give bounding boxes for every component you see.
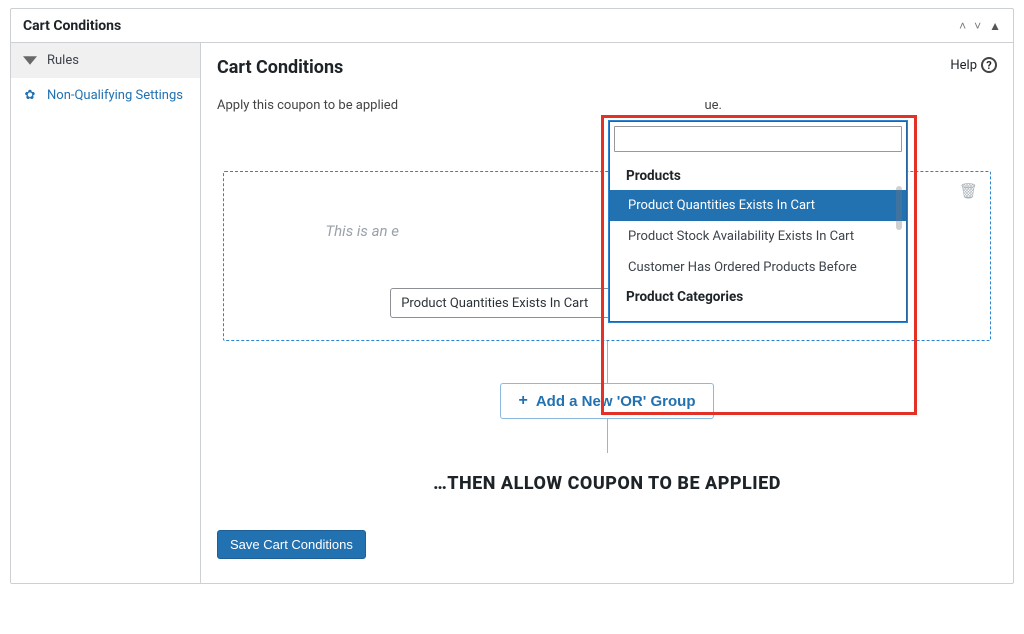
dropdown-option[interactable]: Product Quantities Exists In Cart [610,190,906,221]
sidebar: Rules ✿ Non-Qualifying Settings [11,43,201,583]
conclusion-text: …THEN ALLOW COUPON TO BE APPLIED [217,473,997,494]
sidebar-item-rules[interactable]: Rules [11,43,200,78]
scrollbar[interactable] [896,186,902,230]
dropdown-search-input[interactable] [614,126,902,152]
condition-dropdown[interactable]: Products Product Quantities Exists In Ca… [609,121,907,322]
select-value: Product Quantities Exists In Cart [401,296,588,311]
dropdown-option[interactable]: Product Stock Availability Exists In Car… [610,221,906,252]
panel-header-actions: ˄ ˅ ▲ [959,19,1001,33]
sidebar-item-label: Non-Qualifying Settings [47,88,183,103]
add-or-group-row: + Add a New 'OR' Group [217,383,997,419]
add-or-group-button[interactable]: + Add a New 'OR' Group [500,383,715,419]
panel-body: Rules ✿ Non-Qualifying Settings Cart Con… [11,43,1013,583]
plus-icon: + [519,392,528,410]
help-link[interactable]: Help ? [950,57,997,73]
sidebar-item-non-qualifying[interactable]: ✿ Non-Qualifying Settings [11,78,200,113]
section-title: Cart Conditions [217,57,343,78]
sidebar-item-label: Rules [47,53,79,68]
add-or-label: Add a New 'OR' Group [536,393,696,410]
section-description: Apply this coupon to be applied . ue. [217,98,857,113]
trash-icon[interactable]: 🗑 [959,182,978,200]
help-label: Help [950,58,977,73]
main-content: Cart Conditions Help ? Apply this coupon… [201,43,1013,583]
connector-line [607,419,608,453]
gear-icon: ✿ [23,88,37,103]
dropdown-option[interactable]: Customer Has Ordered Products Before [610,252,906,283]
help-icon: ? [981,57,997,73]
move-down-icon[interactable]: ˅ [974,19,981,33]
move-up-icon[interactable]: ˄ [959,19,966,33]
main-head: Cart Conditions Help ? [217,57,997,78]
panel-title: Cart Conditions [23,18,121,34]
dropdown-list: Products Product Quantities Exists In Ca… [610,156,906,321]
save-cart-conditions-button[interactable]: Save Cart Conditions [217,530,366,559]
dropdown-group-products: Products [610,162,906,190]
connector-line [607,341,608,383]
funnel-icon [23,57,37,64]
dropdown-group-product-categories: Product Categories [610,283,906,311]
panel-header: Cart Conditions ˄ ˅ ▲ [11,9,1013,43]
cart-conditions-panel: Cart Conditions ˄ ˅ ▲ Rules ✿ Non-Qualif… [10,8,1014,584]
toggle-panel-icon[interactable]: ▲ [989,19,1001,33]
